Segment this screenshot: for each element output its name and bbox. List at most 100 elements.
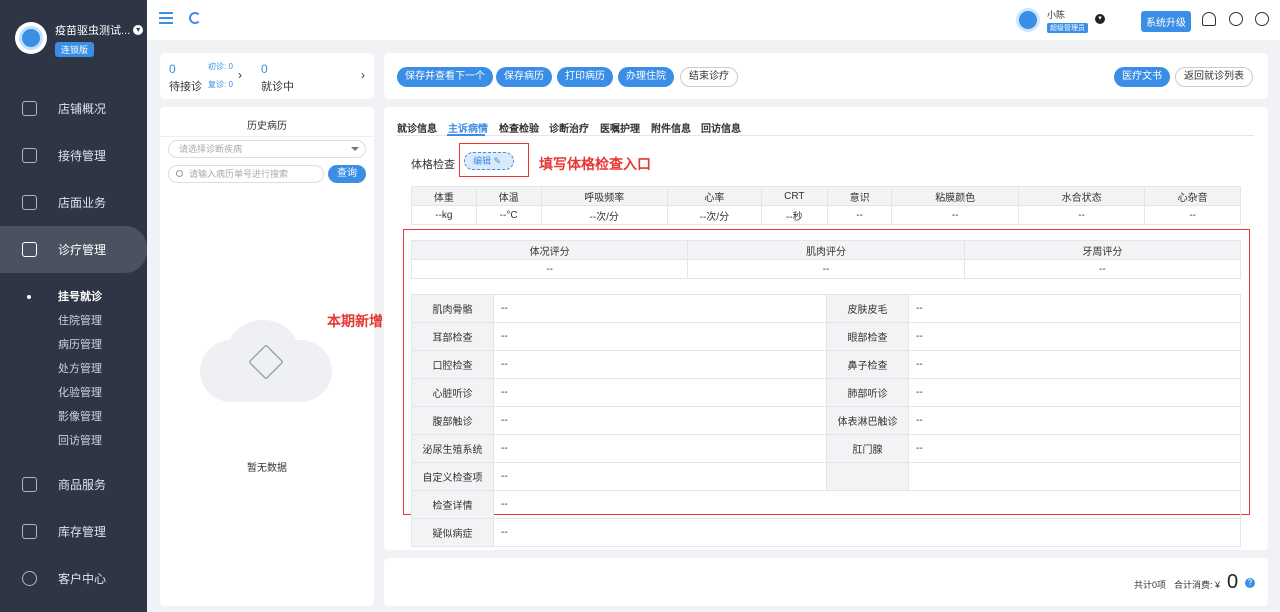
total-items: 共计0项 (1134, 580, 1167, 590)
first-visit-count: 初诊: 0 (208, 62, 233, 71)
subnav-followup[interactable]: 回访管理 (0, 429, 147, 453)
avatar[interactable] (1016, 8, 1040, 32)
chevron-right-icon[interactable]: › (238, 68, 242, 82)
exam-key: 腹部触诊 (411, 406, 494, 435)
sidebar-item-clinic[interactable]: 诊疗管理 (0, 226, 147, 273)
vitals-header: 体重 (411, 186, 477, 206)
table-row: 检查详情 -- (411, 490, 1241, 519)
table-row: 泌尿生殖系统 -- 肛门腺 -- (411, 434, 1241, 463)
physical-exam-label: 体格检查 (411, 159, 455, 171)
exam-value (908, 462, 1241, 491)
menu-icon[interactable] (159, 12, 173, 24)
exam-key: 泌尿生殖系统 (411, 434, 494, 463)
subnav-lab[interactable]: 化验管理 (0, 381, 147, 405)
active-tab-indicator (447, 134, 485, 136)
sidebar-subnav: 挂号就诊 住院管理 病历管理 处方管理 化验管理 影像管理 回访管理 (0, 273, 147, 457)
refresh-icon[interactable] (189, 12, 201, 24)
vitals-value: --°C (475, 205, 542, 225)
tab-diagnosis[interactable]: 诊断治疗 (549, 120, 589, 135)
exam-key: 肌肉骨骼 (411, 294, 494, 323)
sidebar-item-customer[interactable]: 客户中心 (0, 555, 147, 602)
headset-icon[interactable] (1229, 12, 1243, 26)
score-value: -- (410, 259, 689, 279)
search-icon (176, 170, 183, 177)
chevron-down-icon[interactable]: ▾ (133, 25, 144, 35)
vitals-value: --次/分 (540, 205, 668, 225)
save-record-button[interactable]: 保存病历 (496, 67, 552, 87)
exam-value: -- (908, 434, 1241, 463)
tab-visit-info[interactable]: 就诊信息 (397, 120, 437, 135)
exam-key (826, 462, 909, 491)
tab-attachments[interactable]: 附件信息 (651, 120, 691, 135)
summary-card: 共计0项 合计消费: ¥ 0 ? (384, 558, 1268, 606)
exam-value: -- (493, 350, 827, 379)
print-record-button[interactable]: 打印病历 (557, 67, 613, 87)
vitals-header: 呼吸频率 (540, 186, 668, 206)
sidebar-item-label: 库存管理 (58, 525, 107, 539)
score-header: 牙周评分 (963, 240, 1242, 260)
annotation-box-entry (459, 143, 529, 177)
chevron-down-icon[interactable]: ▾ (1095, 14, 1105, 24)
tab-nursing[interactable]: 医嘱护理 (600, 120, 640, 135)
brand-name-wrap: 疫苗驱虫测试... ▾ (55, 22, 144, 38)
suspected-table: 疑似病症 -- (411, 518, 1241, 547)
subnav-imaging[interactable]: 影像管理 (0, 405, 147, 429)
exam-value: -- (908, 294, 1241, 323)
annotation-new: 本期新增 (327, 313, 383, 329)
exam-detail-table: 肌肉骨骼 -- 皮肤皮毛 -- 耳部检查 -- 眼部检查 -- 口腔检查 -- … (411, 294, 1241, 519)
exam-key: 心脏听诊 (411, 378, 494, 407)
finish-button[interactable]: 结束诊疗 (680, 67, 738, 87)
bell-icon[interactable] (1202, 12, 1216, 26)
tab-complaint[interactable]: 主诉病情 (448, 120, 488, 135)
sidebar-item-inventory[interactable]: 库存管理 (0, 508, 147, 555)
save-next-button[interactable]: 保存并查看下一个 (397, 67, 493, 87)
vitals-header: 心率 (666, 186, 762, 206)
waiting-label: 待接诊 (169, 81, 202, 93)
user-role-badge: 超级管理员 (1047, 23, 1088, 33)
tab-followup[interactable]: 回访信息 (701, 120, 741, 135)
back-list-button[interactable]: 返回就诊列表 (1175, 67, 1253, 87)
sidebar-item-label: 客户中心 (58, 572, 107, 586)
table-row: 腹部触诊 -- 体表淋巴触诊 -- (411, 406, 1241, 435)
score-header: 体况评分 (410, 240, 689, 260)
table-row: 口腔检查 -- 鼻子检查 -- (411, 350, 1241, 379)
vitals-value: -- (1017, 205, 1146, 225)
table-header-row: 体重 体温 呼吸频率 心率 CRT 意识 粘膜颜色 水合状态 心杂音 (411, 186, 1241, 206)
vitals-header: 体温 (475, 186, 542, 206)
admit-button[interactable]: 办理住院 (618, 67, 674, 87)
monitor-icon (22, 101, 37, 116)
query-button[interactable]: 查询 (328, 165, 366, 183)
exam-key: 自定义检查项 (411, 462, 494, 491)
sidebar-item-reception[interactable]: 接待管理 (0, 132, 147, 179)
waiting-count[interactable]: 0 (169, 62, 176, 76)
chevron-right-icon[interactable]: › (361, 68, 365, 82)
tabs-divider (396, 135, 1254, 136)
medical-doc-button[interactable]: 医疗文书 (1114, 67, 1170, 87)
sidebar-item-store-overview[interactable]: 店铺概况 (0, 85, 147, 132)
vitals-header: 意识 (826, 186, 893, 206)
history-card: 历史病历 请选择诊断疾病 请输入病历单号进行搜索 查询 暂无数据 (160, 107, 374, 606)
exam-key: 口腔检查 (411, 350, 494, 379)
upgrade-button[interactable]: 系统升级 (1141, 11, 1191, 32)
subnav-records[interactable]: 病历管理 (0, 333, 147, 357)
sidebar-item-store-business[interactable]: 店面业务 (0, 179, 147, 226)
brand-logo (15, 22, 47, 54)
diagnosis-select[interactable]: 请选择诊断疾病 (168, 140, 366, 158)
brand[interactable]: 疫苗驱虫测试... ▾ 连锁版 (0, 0, 147, 78)
subnav-prescription[interactable]: 处方管理 (0, 357, 147, 381)
exam-key: 鼻子检查 (826, 350, 909, 379)
tab-examination[interactable]: 检查检验 (499, 120, 539, 135)
help-icon[interactable] (1255, 12, 1269, 26)
topbar: 小陈 超级管理员 ▾ 系统升级 (147, 0, 1280, 40)
sidebar-item-goods[interactable]: 商品服务 (0, 461, 147, 508)
vitals-value: --秒 (760, 205, 828, 225)
vitals-header: 粘膜颜色 (891, 186, 1019, 206)
record-search-input[interactable]: 请输入病历单号进行搜索 (168, 165, 324, 183)
clipboard-icon (22, 148, 37, 163)
question-icon[interactable]: ? (1245, 578, 1255, 588)
table-row: 肌肉骨骼 -- 皮肤皮毛 -- (411, 294, 1241, 323)
subnav-inpatient[interactable]: 住院管理 (0, 309, 147, 333)
suspected-key: 疑似病症 (411, 518, 494, 547)
subnav-registration[interactable]: 挂号就诊 (0, 285, 147, 309)
in-progress-count[interactable]: 0 (261, 62, 268, 76)
